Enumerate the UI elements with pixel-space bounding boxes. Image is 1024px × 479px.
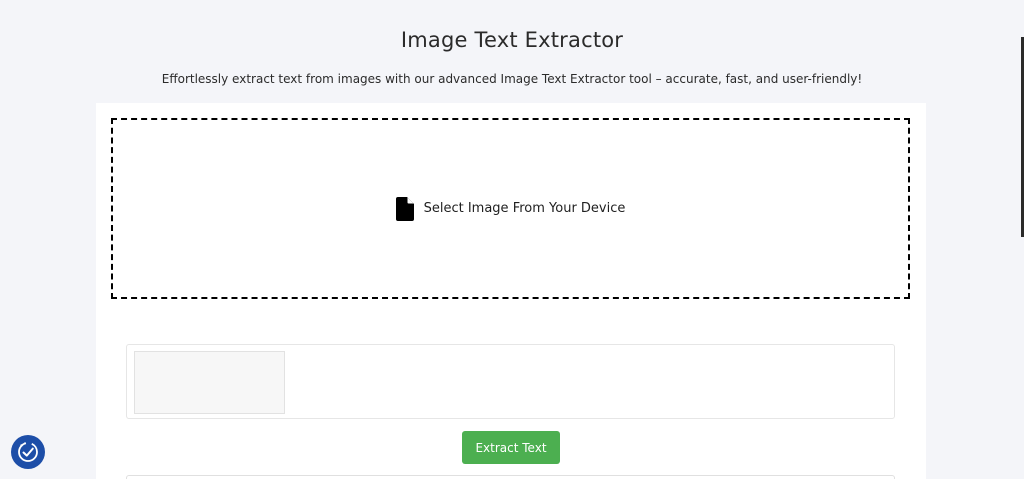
dropzone-content[interactable]: Select Image From Your Device (395, 196, 626, 221)
page-title: Image Text Extractor (400, 28, 624, 52)
image-preview-box (126, 344, 895, 419)
image-preview-thumbnail (134, 351, 285, 414)
accessibility-button[interactable] (11, 435, 45, 469)
output-box[interactable] (126, 475, 895, 479)
page: Image Text Extractor Effortlessly extrac… (0, 0, 1024, 479)
accessibility-check-icon (16, 440, 40, 464)
page-subtitle: Effortlessly extract text from images wi… (161, 72, 863, 86)
extractor-card: Select Image From Your Device Extract Te… (96, 103, 926, 479)
file-icon (395, 196, 414, 221)
extract-text-button[interactable]: Extract Text (462, 431, 560, 464)
image-dropzone[interactable]: Select Image From Your Device (111, 118, 910, 299)
dropzone-label: Select Image From Your Device (423, 201, 626, 216)
